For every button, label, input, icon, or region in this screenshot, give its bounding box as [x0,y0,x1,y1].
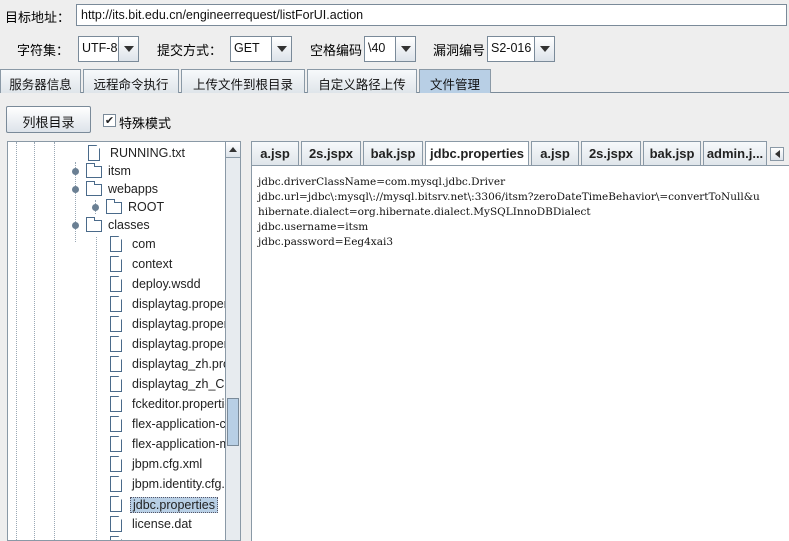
folder-icon [86,163,102,178]
file-icon [110,476,122,492]
folder-icon [106,199,122,214]
tab-upload-root[interactable]: 上传文件到根目录 [181,69,305,93]
space-encoding-value: \40 [368,41,386,55]
chevron-down-icon[interactable] [118,37,138,61]
special-mode-checkbox[interactable]: ✔ [103,114,116,127]
space-encoding-select[interactable]: \40 [364,36,416,62]
file-tab[interactable]: bak.jsp [643,141,701,165]
space-encoding-label: 空格编码 [310,44,363,59]
file-tab[interactable]: bak.jsp [363,141,423,165]
file-icon [110,236,122,252]
code-line: jdbc.url=jdbc\:mysql\://mysql.bitsrv.net… [258,191,760,203]
tab-file-manager[interactable]: 文件管理 [419,69,491,93]
code-line: jdbc.password=Eeg4xai3 [258,236,394,248]
file-icon [88,145,100,161]
expander-itsm-icon[interactable] [72,168,79,175]
file-icon [110,416,122,432]
code-line: jdbc.username=itsm [258,221,369,233]
expander-root-icon[interactable] [92,204,99,211]
expander-webapps-icon[interactable] [72,186,79,193]
file-icon [110,296,122,312]
file-tab[interactable]: 2s.jspx [581,141,641,165]
vuln-id-label: 漏洞编号 [433,44,486,59]
code-line: jdbc.driverClassName=com.mysql.jdbc.Driv… [258,176,506,188]
file-icon [110,256,122,272]
file-tab[interactable]: a.jsp [251,141,299,165]
tab-server-info[interactable]: 服务器信息 [0,69,81,93]
tab-remote-command[interactable]: 远程命令执行 [83,69,179,93]
file-tab-active[interactable]: jdbc.properties [425,141,529,165]
folder-icon [86,181,102,196]
file-icon [110,436,122,452]
file-tab[interactable]: a.jsp [531,141,579,165]
charset-label: 字符集： [17,44,70,59]
list-root-button[interactable]: 列根目录 [6,106,91,133]
special-mode-label: 特殊模式 [119,117,172,132]
file-icon [110,376,122,392]
tree-scrollbar[interactable] [226,141,241,541]
file-icon [110,516,122,532]
file-tab-bar: a.jsp 2s.jspx bak.jsp jdbc.properties a.… [251,141,789,165]
expander-classes-icon[interactable] [72,222,79,229]
chevron-down-icon[interactable] [534,37,554,61]
file-content-editor[interactable]: jdbc.driverClassName=com.mysql.jdbc.Driv… [251,165,789,541]
method-select[interactable]: GET [230,36,292,62]
file-icon [110,536,122,540]
tab-scroll-left-icon[interactable] [770,147,784,161]
file-tab[interactable]: 2s.jspx [301,141,361,165]
vuln-id-value: S2-016 [491,41,532,55]
method-value: GET [234,41,260,55]
vuln-id-select[interactable]: S2-016 [487,36,555,62]
file-icon [110,496,122,512]
tab-custom-upload[interactable]: 自定义路径上传 [307,69,417,93]
chevron-down-icon[interactable] [271,37,291,61]
file-icon [110,316,122,332]
main-tab-bar: 服务器信息 远程命令执行 上传文件到根目录 自定义路径上传 文件管理 [0,69,789,93]
file-icon [110,336,122,352]
code-line: hibernate.dialect=org.hibernate.dialect.… [258,206,591,218]
charset-select[interactable]: UTF-8 [78,36,139,62]
scroll-up-icon[interactable] [226,142,240,158]
file-icon [110,276,122,292]
scroll-thumb[interactable] [227,398,239,446]
chevron-down-icon[interactable] [395,37,415,61]
method-label: 提交方式： [157,44,223,59]
file-tab[interactable]: admin.j... [703,141,767,165]
target-url-input[interactable]: http://its.bit.edu.cn/engineerrequest/li… [76,4,787,26]
file-tree[interactable]: RUNNING.txt itsm webapps ROOT classes co… [7,141,226,541]
file-icon [110,396,122,412]
file-icon [110,456,122,472]
charset-value: UTF-8 [82,41,118,55]
folder-icon [86,217,102,232]
target-url-label: 目标地址： [5,11,71,26]
file-icon [110,356,122,372]
